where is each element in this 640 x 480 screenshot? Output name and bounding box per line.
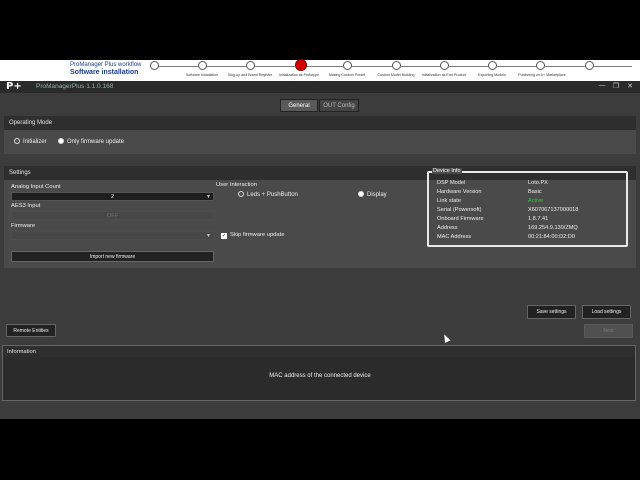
radio-selected-icon xyxy=(14,138,20,144)
user-interaction-label: User Interaction xyxy=(216,182,257,188)
workflow-step-dot xyxy=(343,61,352,70)
minimize-icon[interactable]: — xyxy=(597,82,607,89)
analog-input-count-label: Analog Input Count xyxy=(11,184,61,190)
workflow-step-dot xyxy=(488,61,497,70)
workflow-title-line1: ProManager Plus workflow xyxy=(70,62,142,68)
app-window: P+ ProManagerPlus 1.1.0.168 — ❐ ✕ Genera… xyxy=(0,81,640,419)
device-info-key: Onboard Firmware xyxy=(437,216,484,222)
workflow-title-line2: Software installation xyxy=(70,69,139,76)
app-logo: P+ xyxy=(6,81,22,92)
analog-input-count-value: 2 xyxy=(110,194,115,200)
title-bar: P+ ProManagerPlus 1.1.0.168 — ❐ ✕ xyxy=(0,81,640,93)
checkmark-icon: ✓ xyxy=(221,233,227,239)
device-info-value: 00:21:84:00:D2:D0 xyxy=(528,234,575,240)
aes3-input-value: OFF xyxy=(106,213,119,219)
workflow-step-dot xyxy=(295,59,307,71)
mouse-cursor-icon xyxy=(441,333,451,343)
workflow-step-label: Custom Model Building xyxy=(377,73,415,77)
workflow-step-dot xyxy=(392,61,401,70)
information-message: MAC address of the connected device xyxy=(269,373,371,379)
workflow-step-dot xyxy=(150,61,159,70)
workflow-banner: ProManager Plus workflow Software instal… xyxy=(0,59,640,81)
device-info-key: Hardware Version xyxy=(437,189,482,195)
tab-general[interactable]: General xyxy=(280,99,318,112)
workflow-step-label: Publishing on A+ Marketplace xyxy=(518,73,566,77)
remote-entities-button[interactable]: Remote Entities xyxy=(6,324,56,337)
device-info-value: Loto.PX xyxy=(528,180,548,186)
radio-initializer[interactable]: Initializer xyxy=(14,138,47,145)
device-info-key: Address xyxy=(437,225,458,231)
device-info-key: DSP Model xyxy=(437,180,466,186)
workflow-step-label: Exporting Models xyxy=(478,73,506,77)
video-letterbox-bottom xyxy=(0,419,640,480)
radio-leds-pushbutton-label: Leds + PushButton xyxy=(247,192,298,198)
device-info-title: Device Info xyxy=(432,168,462,174)
next-button[interactable]: Next xyxy=(584,324,633,338)
radio-only-firmware-label: Only firmware update xyxy=(67,139,125,145)
device-info-value: X607067137000018 xyxy=(528,207,579,213)
restore-icon[interactable]: ❐ xyxy=(611,82,621,90)
analog-input-count-select[interactable]: 2 ▼ xyxy=(11,192,214,201)
device-info-key: MAC Address xyxy=(437,234,472,240)
chevron-down-icon: ▼ xyxy=(206,233,211,239)
aes3-input-label: AES3 Input xyxy=(11,203,41,209)
radio-display-label: Display xyxy=(367,192,387,198)
radio-unselected-icon xyxy=(58,138,64,144)
workflow-step-label: Initialization as Prototype xyxy=(279,73,319,77)
device-info-value: Basic xyxy=(528,189,542,195)
workflow-step-label: Initialization as End Product xyxy=(421,73,467,77)
device-info-box: Device Info DSP Model Loto.PX Hardware V… xyxy=(427,168,628,247)
device-info-value: 169.254.9.130/ZMQ xyxy=(528,225,578,231)
workflow-step-dot xyxy=(536,61,545,70)
chevron-down-icon: ▼ xyxy=(206,194,211,200)
operating-mode-header: Operating Mode xyxy=(4,116,636,130)
workflow-step-dot xyxy=(440,61,449,70)
radio-only-firmware[interactable]: Only firmware update xyxy=(58,138,124,145)
workflow-step-dot xyxy=(198,61,207,70)
radio-display[interactable]: Display xyxy=(358,191,387,198)
device-info-key: Link state xyxy=(437,198,461,204)
information-panel: MAC address of the connected device xyxy=(2,357,636,401)
operating-mode-panel: Initializer Only firmware update xyxy=(4,130,636,154)
app-title: ProManagerPlus 1.1.0.168 xyxy=(36,83,114,90)
tab-out-config[interactable]: OUT Config xyxy=(319,99,359,112)
save-settings-button[interactable]: Save settings xyxy=(527,305,576,319)
radio-unselected-icon xyxy=(358,191,364,197)
skip-firmware-label: Skip firmware update xyxy=(230,232,285,238)
radio-initializer-label: Initializer xyxy=(23,139,47,145)
aes3-input-select[interactable]: OFF xyxy=(11,211,214,220)
load-settings-button[interactable]: Load settings xyxy=(582,305,631,319)
firmware-select[interactable]: ▼ xyxy=(11,231,214,240)
import-firmware-button[interactable]: Import new firmware xyxy=(11,251,214,262)
close-icon[interactable]: ✕ xyxy=(625,82,635,90)
video-letterbox-top xyxy=(0,0,640,60)
workflow-step-label: Sing-up and Brand Register xyxy=(227,73,273,77)
radio-leds-pushbutton[interactable]: Leds + PushButton xyxy=(238,191,298,198)
radio-selected-icon xyxy=(238,191,244,197)
workflow-step-label: Making Custom Preset xyxy=(328,73,366,77)
workflow-title: ProManager Plus workflow Software instal… xyxy=(70,61,141,77)
workflow-step-dot xyxy=(246,61,255,70)
device-info-key: Serial (Powersoft) xyxy=(437,207,482,213)
information-header: Information xyxy=(2,345,636,357)
device-info-value: 1.8.7.41 xyxy=(528,216,549,222)
workflow-step-dot xyxy=(585,61,594,70)
skip-firmware-checkbox[interactable]: ✓ Skip firmware update xyxy=(221,232,284,239)
link-state-value: Active xyxy=(528,198,544,204)
firmware-label: Firmware xyxy=(11,223,36,229)
workflow-step-label: Software Installation xyxy=(185,73,219,77)
